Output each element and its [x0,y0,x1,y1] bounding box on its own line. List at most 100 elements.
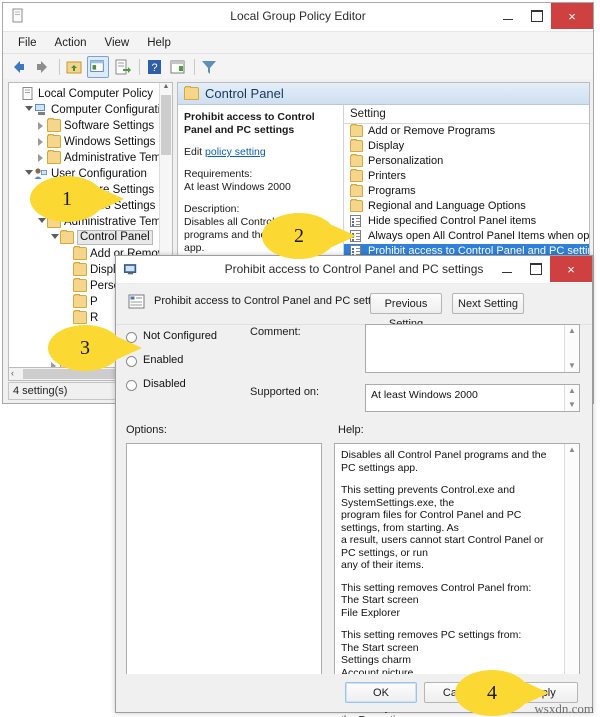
description-label: Description: [184,203,240,215]
options-label: Options: [126,424,167,436]
options-panel[interactable] [126,443,322,702]
policy-doc-icon-header [128,294,145,309]
close-button[interactable]: × [551,3,593,29]
previous-setting-button[interactable]: Previous Setting [370,293,442,330]
settings-list-item[interactable]: Printers [344,169,589,184]
radio-disabled[interactable]: Disabled [126,376,236,400]
help-text: Disables all Control Panel programs and … [335,444,564,717]
chevron-down-icon[interactable] [25,170,33,175]
tree-item[interactable]: Control Panel [11,230,158,246]
help-paragraph: Disables all Control Panel programs and … [341,449,558,474]
dialog-header: Prohibit access to Control Panel and PC … [116,284,592,330]
tree-item[interactable]: Administrative Templ [11,150,170,166]
toolbar-separator [59,58,60,75]
callout-3-number: 3 [80,336,90,359]
radio-circle-disabled[interactable] [126,380,137,391]
folder-icon [73,278,87,292]
scroll-up-icon[interactable]: ▲ [160,83,172,95]
help-line: The Start screen [341,641,419,654]
folder-icon [350,169,363,182]
folder-icon [184,86,199,100]
folder-icon [47,134,61,148]
radio-label-enabled: Enabled [143,354,184,366]
settings-list-item[interactable]: Display [344,139,589,154]
scroll-up-icon-help[interactable]: ▲ [565,444,579,456]
scroll-down-icon-supported[interactable]: ▼ [565,399,579,411]
menu-help[interactable]: Help [138,35,180,51]
maximize-button[interactable] [522,3,551,29]
user-icon [34,167,48,180]
watermark: wsxdn.com [534,701,594,716]
callout-1-number: 1 [62,187,72,210]
forward-arrow-icon[interactable] [32,57,52,77]
menu-view[interactable]: View [96,35,139,51]
tree-item-label: R [90,312,99,324]
callout-3: 3 [48,325,142,371]
chevron-down-icon[interactable] [38,218,46,223]
export-list-icon[interactable] [112,57,132,77]
help-line: Disables all Control Panel programs and … [341,449,547,474]
help-line: a result, users cannot start Control Pan… [341,534,544,559]
properties-icon[interactable] [167,57,187,77]
up-folder-icon[interactable] [64,57,84,77]
radio-not-configured[interactable]: Not Configured [126,328,236,352]
settings-list-item[interactable]: Always open All Control Panel Items when… [344,229,589,244]
scroll-down-icon-comment[interactable]: ▼ [565,360,579,372]
tree-item[interactable]: Local Computer Policy [11,86,158,102]
folder-icon [47,150,61,164]
help-line: any of their items. [341,559,424,571]
help-paragraph: This setting removes Control Panel from:… [341,582,558,620]
callout-2-number: 2 [294,224,304,247]
tree-item[interactable]: Computer Configuration [11,102,172,118]
next-setting-button[interactable]: Next Setting [452,293,524,314]
scroll-up-icon-supported[interactable]: ▲ [565,385,579,397]
settings-list-item[interactable]: Personalization [344,154,589,169]
callout-2-tail [332,225,356,247]
tree-item[interactable]: Windows Settings [11,134,158,150]
menu-file[interactable]: File [9,35,46,51]
callout-4-number: 4 [487,681,497,704]
settings-list-item-label: Add or Remove Programs [368,125,496,137]
settings-list-item[interactable]: Hide specified Control Panel items [344,214,589,229]
policy-setting-link[interactable]: policy setting [205,146,266,158]
folder-icon [350,124,363,137]
help-icon[interactable]: ? [144,57,164,77]
callout-2: 2 [262,213,356,259]
toolbar: ? [3,54,593,80]
folder-icon [73,310,87,324]
chevron-down-icon[interactable] [25,106,33,111]
back-arrow-icon[interactable] [9,57,29,77]
settings-list-item[interactable]: Programs [344,184,589,199]
supported-scrollbar[interactable]: ▲ ▼ [564,385,579,411]
chevron-down-icon[interactable] [51,234,59,239]
radio-enabled[interactable]: Enabled [126,352,236,376]
show-hide-tree-icon[interactable] [87,55,109,78]
tree-item[interactable]: Software Settings [11,118,158,134]
dialog-close-button[interactable]: × [550,256,592,282]
comment-scrollbar[interactable]: ▲ ▼ [564,325,579,372]
help-line: File Explorer [341,606,400,619]
chevron-right-icon[interactable] [38,122,43,130]
scroll-up-icon-comment[interactable]: ▲ [565,325,579,337]
dialog-maximize-button[interactable] [521,256,550,282]
comment-textarea[interactable]: ▲ ▼ [365,324,580,373]
settings-list-item[interactable]: Regional and Language Options [344,199,589,214]
filter-icon[interactable] [199,57,219,77]
help-scrollbar[interactable]: ▲ ▼ [564,444,579,701]
help-panel: Disables all Control Panel programs and … [334,443,580,717]
tree-item-label: Windows Settings [64,136,156,148]
chevron-right-icon[interactable] [38,138,43,146]
supported-on-field: At least Windows 2000 ▲ ▼ [365,384,580,412]
folder-icon [350,184,363,197]
settings-list-header[interactable]: Setting [344,105,589,124]
folder-icon [47,118,61,132]
folder-icon [350,199,363,212]
settings-list-item[interactable]: Add or Remove Programs [344,124,589,139]
minimize-button[interactable] [493,3,522,29]
ok-button[interactable]: OK [345,682,417,703]
scrollbar-thumb[interactable] [161,95,171,155]
scroll-left-icon[interactable]: ‹ [11,368,14,378]
chevron-right-icon[interactable] [38,154,43,162]
menu-action[interactable]: Action [46,35,96,51]
dialog-minimize-button[interactable] [492,256,521,282]
